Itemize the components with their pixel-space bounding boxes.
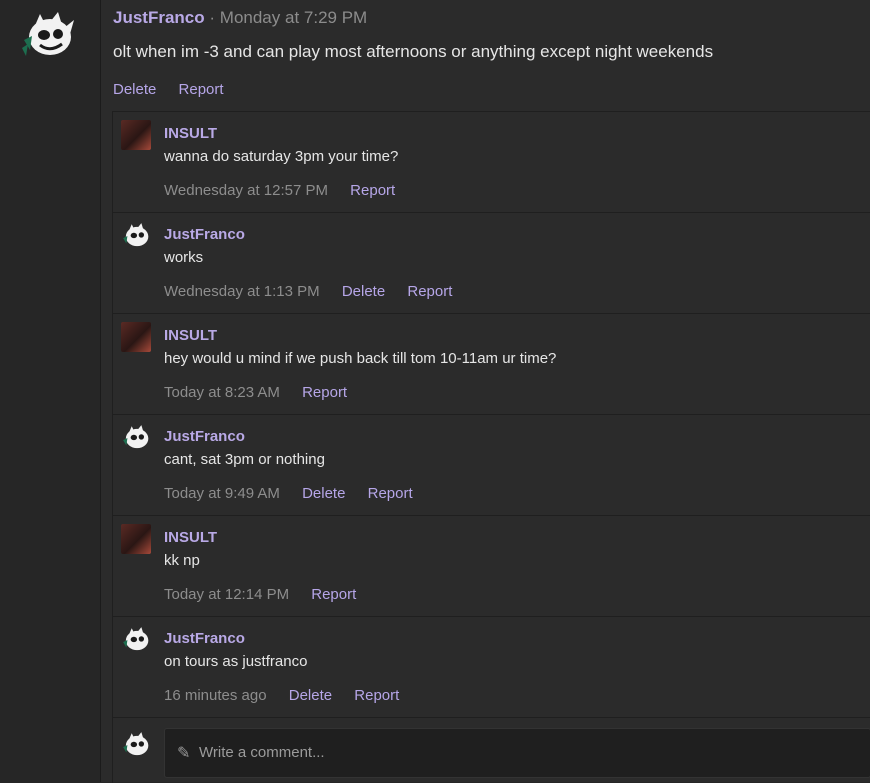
delete-button[interactable]: Delete xyxy=(342,283,385,300)
author-avatar-icon[interactable] xyxy=(20,10,76,62)
comment-item: INSULT wanna do saturday 3pm your time? … xyxy=(112,111,870,213)
insult-avatar[interactable] xyxy=(121,120,151,150)
comment-time[interactable]: Today at 8:23 AM xyxy=(164,384,280,401)
comment-compose: ✎ Write a comment... xyxy=(112,717,870,783)
mascot-avatar-icon[interactable] xyxy=(121,625,151,655)
comment-time[interactable]: Today at 9:49 AM xyxy=(164,485,280,502)
report-button[interactable]: Report xyxy=(407,283,452,300)
comment-time[interactable]: Wednesday at 1:13 PM xyxy=(164,283,320,300)
delete-button[interactable]: Delete xyxy=(289,687,332,704)
delete-button[interactable]: Delete xyxy=(113,81,156,98)
comment-actions: 16 minutes ago Delete Report xyxy=(164,687,417,704)
post-time[interactable]: Monday at 7:29 PM xyxy=(220,8,367,27)
comment-text: works xyxy=(164,249,204,266)
mascot-avatar-icon[interactable] xyxy=(121,423,151,453)
comment-placeholder: Write a comment... xyxy=(199,744,325,761)
comment-time[interactable]: Wednesday at 12:57 PM xyxy=(164,182,328,199)
mascot-avatar-icon[interactable] xyxy=(121,221,151,251)
comment-item: JustFranco cant, sat 3pm or nothing Toda… xyxy=(112,414,870,516)
mascot-avatar-icon xyxy=(123,732,149,756)
left-gutter xyxy=(0,0,100,782)
comment-actions: Today at 8:23 AM Report xyxy=(164,384,365,401)
delete-button[interactable]: Delete xyxy=(302,485,345,502)
report-button[interactable]: Report xyxy=(368,485,413,502)
insult-avatar[interactable] xyxy=(121,322,151,352)
insult-avatar[interactable] xyxy=(121,524,151,554)
comment-actions: Wednesday at 1:13 PM Delete Report xyxy=(164,283,470,300)
comment-actions: Wednesday at 12:57 PM Report xyxy=(164,182,413,199)
comment-author[interactable]: INSULT xyxy=(164,327,217,344)
comment-author[interactable]: JustFranco xyxy=(164,226,245,243)
comment-text: on tours as justfranco xyxy=(164,653,308,670)
comment-item: INSULT kk np Today at 12:14 PM Report xyxy=(112,515,870,617)
post-header: JustFranco · Monday at 7:29 PM xyxy=(113,8,367,28)
pencil-icon: ✎ xyxy=(177,745,191,762)
report-button[interactable]: Report xyxy=(179,81,224,98)
comment-time[interactable]: 16 minutes ago xyxy=(164,687,267,704)
comment-actions: Today at 9:49 AM Delete Report xyxy=(164,485,431,502)
comment-actions: Today at 12:14 PM Report xyxy=(164,586,374,603)
comment-item: JustFranco works Wednesday at 1:13 PM De… xyxy=(112,212,870,314)
comment-text: wanna do saturday 3pm your time? xyxy=(164,148,399,165)
comment-text: hey would u mind if we push back till to… xyxy=(164,350,557,367)
comment-item: INSULT hey would u mind if we push back … xyxy=(112,313,870,415)
comment-author[interactable]: JustFranco xyxy=(164,630,245,647)
post-author[interactable]: JustFranco xyxy=(113,8,205,27)
report-button[interactable]: Report xyxy=(302,384,347,401)
comment-input[interactable]: ✎ Write a comment... xyxy=(164,728,870,778)
comment-text: kk np xyxy=(164,552,200,569)
report-button[interactable]: Report xyxy=(354,687,399,704)
post-actions: Delete Report xyxy=(113,81,242,98)
comment-text: cant, sat 3pm or nothing xyxy=(164,451,325,468)
separator: · xyxy=(209,8,216,27)
comment-item: JustFranco on tours as justfranco 16 min… xyxy=(112,616,870,718)
report-button[interactable]: Report xyxy=(350,182,395,199)
report-button[interactable]: Report xyxy=(311,586,356,603)
comment-author[interactable]: JustFranco xyxy=(164,428,245,445)
comment-author[interactable]: INSULT xyxy=(164,125,217,142)
comment-time[interactable]: Today at 12:14 PM xyxy=(164,586,289,603)
post-text: olt when im -3 and can play most afterno… xyxy=(113,42,714,61)
comment-author[interactable]: INSULT xyxy=(164,529,217,546)
comments-list: INSULT wanna do saturday 3pm your time? … xyxy=(112,111,870,783)
